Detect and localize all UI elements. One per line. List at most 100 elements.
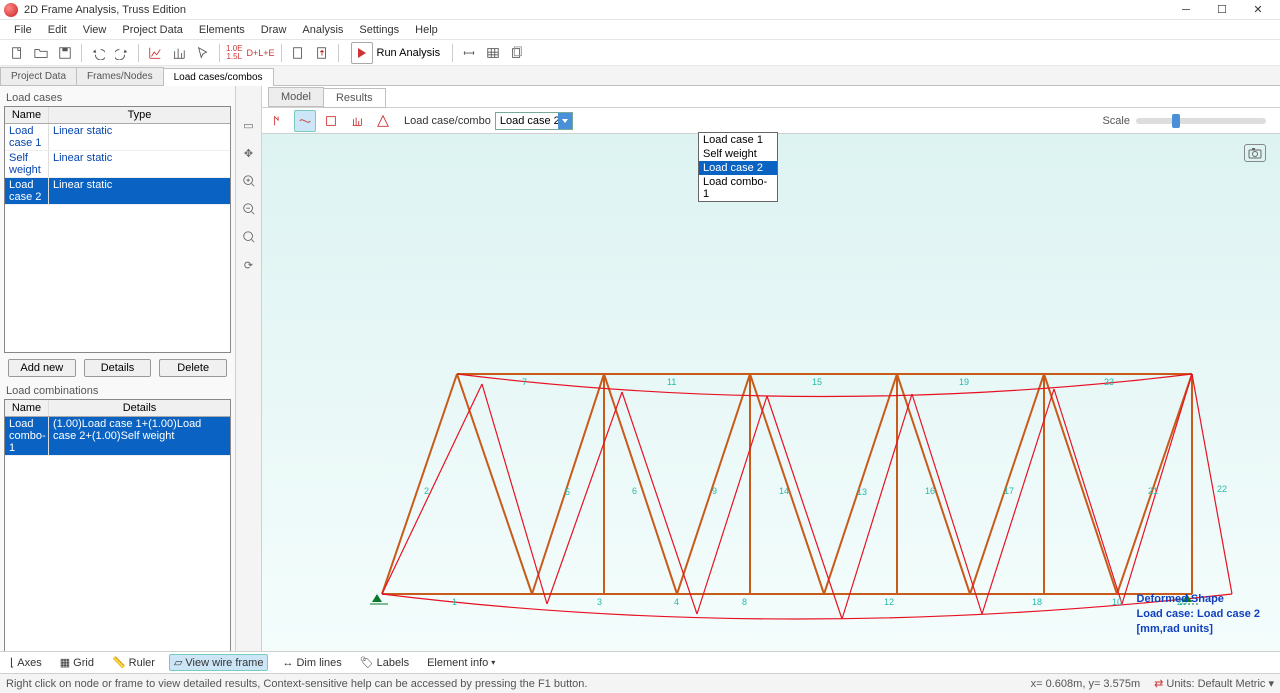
member-label: 7 — [522, 377, 527, 387]
combo-dropdown[interactable]: Load case 1 Self weight Load case 2 Load… — [698, 132, 778, 202]
undo-icon[interactable] — [87, 42, 109, 64]
redo-icon[interactable] — [111, 42, 133, 64]
member-label: 9 — [712, 486, 717, 496]
lc-delete-button[interactable]: Delete — [159, 359, 227, 377]
status-units[interactable]: ⇄ Units: Default Metric ▾ — [1154, 677, 1274, 690]
run-analysis-button[interactable]: Run Analysis — [344, 39, 448, 67]
view-toolbar: ▭ ✥ ⟳ — [236, 86, 262, 651]
ruler-toggle[interactable]: 📏Ruler — [108, 655, 159, 670]
refresh-icon[interactable]: ⟳ — [240, 256, 258, 274]
member-label: 6 — [632, 486, 637, 496]
run-label: Run Analysis — [377, 47, 441, 59]
menu-project-data[interactable]: Project Data — [114, 22, 191, 38]
graph-icon[interactable] — [168, 42, 190, 64]
menu-draw[interactable]: Draw — [253, 22, 295, 38]
title-bar: 2D Frame Analysis, Truss Edition ─ ☐ ✕ — [0, 0, 1280, 20]
info-line-1: Deformed Shape — [1137, 592, 1261, 607]
dimension-icon[interactable] — [458, 42, 480, 64]
window-title: 2D Frame Analysis, Truss Edition — [24, 4, 186, 16]
zoom-out-icon[interactable] — [240, 200, 258, 218]
load-cases-table[interactable]: Name Type Load case 1 Linear static Self… — [4, 106, 231, 353]
combo-value: Load case 2 — [500, 115, 560, 127]
document-icon[interactable] — [287, 42, 309, 64]
grid-toggle[interactable]: ▦Grid — [56, 655, 98, 670]
table-icon[interactable] — [482, 42, 504, 64]
result-mode-4-icon[interactable] — [346, 110, 368, 132]
load-combo-icon[interactable]: D+L+E — [245, 42, 275, 64]
load-combos-table[interactable]: Name Details Load combo-1 (1.00)Load cas… — [4, 399, 231, 651]
table-row[interactable]: Self weight Linear static — [5, 151, 230, 178]
dd-item[interactable]: Load case 2 — [699, 161, 777, 175]
menu-settings[interactable]: Settings — [351, 22, 407, 38]
dd-item[interactable]: Load combo-1 — [699, 175, 777, 201]
load-combos-title: Load combinations — [4, 383, 231, 399]
labels-toggle[interactable]: 🏷Labels — [356, 655, 413, 670]
zoom-fit-icon[interactable] — [240, 228, 258, 246]
close-button[interactable]: ✕ — [1240, 0, 1276, 20]
pan-icon[interactable]: ✥ — [240, 144, 258, 162]
open-file-icon[interactable] — [30, 42, 52, 64]
tab-load-cases[interactable]: Load cases/combos — [163, 68, 274, 86]
load-scale-icon[interactable]: 1.0E 1.5L — [225, 42, 243, 64]
axes-toggle[interactable]: ⌊Axes — [6, 655, 46, 670]
element-info-menu[interactable]: Element info ▾ — [423, 656, 499, 670]
status-coords: x= 0.608m, y= 3.575m — [1031, 678, 1140, 690]
zoom-in-icon[interactable] — [240, 172, 258, 190]
result-mode-3-icon[interactable] — [320, 110, 342, 132]
dd-item[interactable]: Self weight — [699, 147, 777, 161]
chart-icon[interactable] — [144, 42, 166, 64]
export-icon[interactable] — [311, 42, 333, 64]
table-row[interactable]: Load combo-1 (1.00)Load case 1+(1.00)Loa… — [5, 417, 230, 456]
app-icon — [4, 3, 18, 17]
new-file-icon[interactable] — [6, 42, 28, 64]
tab-model[interactable]: Model — [268, 87, 324, 107]
tab-project-data[interactable]: Project Data — [0, 67, 77, 85]
view-bar: ⌊Axes ▦Grid 📏Ruler ▱View wire frame ↔Dim… — [0, 651, 1280, 673]
menu-elements[interactable]: Elements — [191, 22, 253, 38]
maximize-button[interactable]: ☐ — [1204, 0, 1240, 20]
lc-head-type: Type — [49, 107, 230, 123]
menu-file[interactable]: File — [6, 22, 40, 38]
model-canvas[interactable]: 1 2 3 4 5 6 7 8 9 10 11 12 13 14 15 16 1… — [262, 134, 1280, 651]
lc-add-button[interactable]: Add new — [8, 359, 76, 377]
slider-thumb[interactable] — [1172, 114, 1180, 128]
lcc-head-details: Details — [49, 400, 230, 416]
member-label: 15 — [812, 377, 822, 387]
cursor-icon[interactable] — [192, 42, 214, 64]
member-label: 23 — [1104, 377, 1114, 387]
member-label: 10 — [1112, 597, 1122, 607]
member-label: 16 — [925, 486, 935, 496]
result-info: Deformed Shape Load case: Load case 2 [m… — [1137, 592, 1261, 637]
copy-icon[interactable] — [506, 42, 528, 64]
menu-help[interactable]: Help — [407, 22, 446, 38]
canvas-wrap: Model Results Load case/combo Load case … — [262, 86, 1280, 651]
lc-details-button[interactable]: Details — [84, 359, 152, 377]
wireframe-toggle[interactable]: ▱View wire frame — [169, 654, 269, 671]
result-mode-2-icon[interactable] — [294, 110, 316, 132]
menu-analysis[interactable]: Analysis — [294, 22, 351, 38]
select-icon[interactable]: ▭ — [240, 116, 258, 134]
camera-icon[interactable] — [1244, 144, 1266, 162]
scale-slider[interactable] — [1136, 118, 1266, 124]
info-line-3: [mm,rad units] — [1137, 622, 1261, 637]
truss-diagram — [322, 304, 1242, 634]
table-row[interactable]: Load case 1 Linear static — [5, 124, 230, 151]
menu-edit[interactable]: Edit — [40, 22, 75, 38]
member-label: 22 — [1217, 484, 1227, 494]
minimize-button[interactable]: ─ — [1168, 0, 1204, 20]
member-label: 5 — [565, 487, 570, 497]
canvas-toolbar: Load case/combo Load case 2 Load case 1 … — [262, 108, 1280, 134]
table-row[interactable]: Load case 2 Linear static — [5, 178, 230, 205]
member-label: 19 — [959, 377, 969, 387]
tab-frames-nodes[interactable]: Frames/Nodes — [76, 67, 164, 85]
save-icon[interactable] — [54, 42, 76, 64]
result-mode-5-icon[interactable] — [372, 110, 394, 132]
chevron-down-icon[interactable] — [558, 113, 572, 129]
dd-item[interactable]: Load case 1 — [699, 133, 777, 147]
load-case-combo[interactable]: Load case 2 — [495, 112, 573, 130]
load-cases-title: Load cases — [4, 90, 231, 106]
result-mode-1-icon[interactable] — [268, 110, 290, 132]
tab-results[interactable]: Results — [323, 88, 386, 108]
menu-view[interactable]: View — [75, 22, 115, 38]
dimlines-toggle[interactable]: ↔Dim lines — [278, 656, 345, 670]
